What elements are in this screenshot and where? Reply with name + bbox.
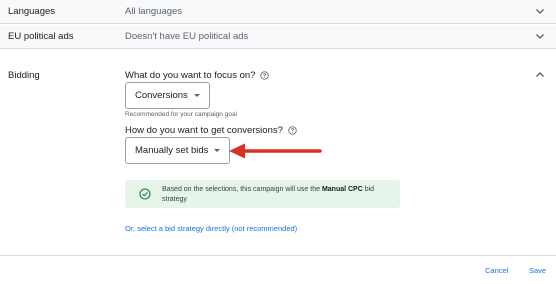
chevron-down-icon[interactable] — [534, 5, 546, 17]
focus-dropdown[interactable]: Conversions — [125, 82, 210, 109]
dropdown-caret-icon — [214, 149, 221, 152]
eu-political-ads-label: EU political ads — [8, 31, 74, 42]
focus-hint: Recommended for your campaign goal — [125, 111, 238, 118]
divider — [0, 255, 556, 256]
focus-question-text: What do you want to focus on? — [125, 70, 256, 81]
bidding-label: Bidding — [8, 70, 40, 81]
conversions-question-text: How do you want to get conversions? — [125, 125, 283, 136]
info-message: Based on the selections, this campaign w… — [162, 185, 394, 204]
focus-dropdown-value: Conversions — [135, 90, 188, 101]
languages-row[interactable]: Languages All languages — [0, 0, 556, 24]
save-button[interactable]: Save — [529, 266, 546, 275]
cancel-button[interactable]: Cancel — [485, 266, 508, 275]
check-circle-icon — [139, 188, 151, 200]
help-circle-icon[interactable] — [260, 71, 270, 80]
info-text-before: Based on the selections, this campaign w… — [162, 186, 322, 193]
focus-question: What do you want to focus on? — [125, 70, 270, 81]
bid-strategy-info: Based on the selections, this campaign w… — [125, 180, 400, 208]
eu-political-ads-row[interactable]: EU political ads Doesn't have EU politic… — [0, 25, 556, 49]
dropdown-caret-icon — [193, 94, 200, 97]
chevron-down-icon[interactable] — [534, 30, 546, 42]
languages-value: All languages — [125, 6, 183, 17]
conversions-question: How do you want to get conversions? — [125, 125, 297, 136]
languages-label: Languages — [8, 6, 56, 17]
red-arrow-icon — [229, 143, 322, 159]
help-circle-icon[interactable] — [288, 126, 297, 135]
strategy-name: Manual CPC — [321, 186, 363, 193]
select-strategy-link[interactable]: Or, select a bid strategy directly (not … — [125, 224, 297, 233]
chevron-up-icon[interactable] — [534, 69, 546, 81]
conversions-dropdown[interactable]: Manually set bids — [125, 137, 231, 164]
eu-political-ads-value: Doesn't have EU political ads — [125, 31, 249, 42]
conversions-dropdown-value: Manually set bids — [135, 145, 209, 156]
